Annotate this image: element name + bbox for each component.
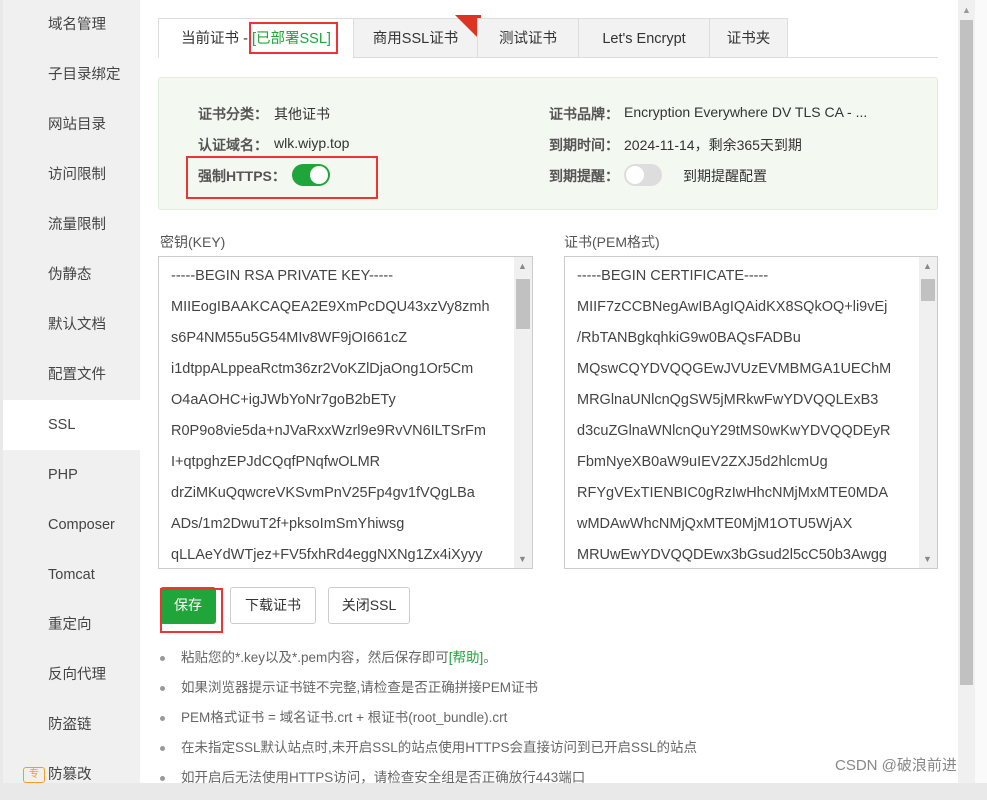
text-line: -----BEGIN RSA PRIVATE KEY-----	[159, 261, 532, 292]
sidebar-item-site-dir[interactable]: 网站目录	[3, 100, 140, 150]
save-button[interactable]: 保存	[160, 587, 216, 624]
cert-tabs: 当前证书 - [已部署SSL] 商用SSL证书 测试证书 Let's Encry…	[158, 18, 938, 58]
close-ssl-button[interactable]: 关闭SSL	[328, 587, 410, 624]
text-line: wMDAwWhcNMjQxMTE0MjM1OTU5WjAX	[565, 509, 937, 540]
text-line: qLLAeYdWTjez+FV5fxhRd4eggNXNg1Zx4iXyyy	[159, 540, 532, 569]
sidebar-item-composer[interactable]: Composer	[3, 500, 140, 550]
text-line: FbmNyeXB0aW9uIEV2ZXJ5d2hlcmUg	[565, 447, 937, 478]
text-line: MQswCQYDVQQGEwJVUzEVMBMGA1UEChM	[565, 354, 937, 385]
text-line: MIIEogIBAAKCAQEA2E9XmPcDQU43xzVy8zmh	[159, 292, 532, 323]
text-line: RFYgVExTIENBIC0gRzIwHhcNMjMxMTE0MDA	[565, 478, 937, 509]
tip-item: 在未指定SSL默认站点时,未开启SSL的站点使用HTTPS会直接访问到已开启SS…	[160, 733, 697, 763]
text-line: s6P4NM55u5G54MIv8WF9jOI661cZ	[159, 323, 532, 354]
cert-textarea[interactable]: -----BEGIN CERTIFICATE----- MIIF7zCCBNeg…	[564, 256, 938, 569]
key-label: 密钥(KEY)	[160, 232, 225, 252]
key-textarea[interactable]: -----BEGIN RSA PRIVATE KEY----- MIIEogIB…	[158, 256, 533, 569]
category-label: 证书分类：	[198, 104, 268, 124]
sidebar-item-rewrite[interactable]: 伪静态	[3, 250, 140, 300]
tab-lets-encrypt[interactable]: Let's Encrypt	[578, 18, 710, 58]
tip-item: 如果浏览器提示证书链不完整,请检查是否正确拼接PEM证书	[160, 673, 697, 703]
sidebar-item-tamper[interactable]: 专 防篡改	[3, 750, 140, 800]
tips-list: 粘贴您的*.key以及*.pem内容，然后保存即可[帮助]。 如果浏览器提示证书…	[160, 643, 697, 793]
text-line: R0P9o8vie5da+nJVaRxxWzrl9e9RvVN6ILTSrFm	[159, 416, 532, 447]
force-https-label: 强制HTTPS：	[198, 166, 286, 186]
expire-value: 2024-11-14，剩余365天到期	[624, 135, 802, 155]
sidebar-item-label: 防篡改	[48, 767, 92, 783]
cert-label: 证书(PEM格式)	[564, 232, 660, 252]
tab-commercial-ssl[interactable]: 商用SSL证书	[353, 18, 478, 58]
sidebar: 域名管理 子目录绑定 网站目录 访问限制 流量限制 伪静态 默认文档 配置文件 …	[3, 0, 140, 783]
text-line: MIIF7zCCBNegAwIBAgIQAidKX8SQkOQ+li9vEj	[565, 292, 937, 323]
text-line: MRUwEwYDVQQDEwx3bGsud2l5cC50b3Awgg	[565, 540, 937, 569]
sidebar-item-domain[interactable]: 域名管理	[3, 0, 140, 50]
category-value: 其他证书	[274, 104, 330, 124]
tab-label: 当前证书 -	[181, 31, 252, 47]
brand-label: 证书品牌：	[549, 104, 619, 124]
pro-badge-icon: 专	[23, 767, 45, 783]
sidebar-item-subdir[interactable]: 子目录绑定	[3, 50, 140, 100]
sidebar-item-tomcat[interactable]: Tomcat	[3, 550, 140, 600]
sidebar-item-reverse-proxy[interactable]: 反向代理	[3, 650, 140, 700]
tip-item: 如开启后无法使用HTTPS访问，请检查安全组是否正确放行443端口	[160, 763, 697, 793]
tab-test-cert[interactable]: 测试证书	[477, 18, 579, 58]
text-line: -----BEGIN CERTIFICATE-----	[565, 261, 937, 292]
tip-text: 粘贴您的*.key以及*.pem内容，然后保存即可	[181, 650, 449, 665]
text-line: i1dtppALppeaRctm36zr2VoKZlDjaOng1Or5Cm	[159, 354, 532, 385]
force-https-toggle[interactable]	[292, 164, 330, 186]
domain-value: wlk.wiyp.top	[274, 135, 349, 151]
sidebar-item-config[interactable]: 配置文件	[3, 350, 140, 400]
sidebar-item-access-limit[interactable]: 访问限制	[3, 150, 140, 200]
sidebar-item-traffic-limit[interactable]: 流量限制	[3, 200, 140, 250]
tab-label: 商用SSL证书	[373, 31, 458, 47]
key-scrollbar[interactable]: ▲▼	[514, 257, 532, 568]
text-line: O4aAOHC+igJWbYoNr7goB2bETy	[159, 385, 532, 416]
sidebar-item-default-doc[interactable]: 默认文档	[3, 300, 140, 350]
background-page	[975, 0, 987, 783]
remind-config-link[interactable]: 到期提醒配置	[683, 166, 767, 186]
remind-label: 到期提醒：	[549, 166, 619, 186]
domain-label: 认证域名：	[198, 135, 268, 155]
deployed-status: [已部署SSL]	[252, 31, 331, 47]
brand-value: Encryption Everywhere DV TLS CA - ...	[624, 104, 867, 120]
cert-scrollbar[interactable]: ▲▼	[919, 257, 937, 568]
expire-remind-toggle[interactable]	[624, 164, 662, 186]
text-line: MRGlnaUNlcnQgSW5jMRkwFwYDVQQLExB3	[565, 385, 937, 416]
watermark: CSDN @破浪前进	[835, 754, 957, 775]
tab-cert-folder[interactable]: 证书夹	[709, 18, 788, 58]
panel-scrollbar[interactable]: ▲	[958, 0, 975, 783]
text-line: drZiMKuQqwcreVKSvmPnV25Fp4gv1fVQgLBa	[159, 478, 532, 509]
tip-item: PEM格式证书 = 域名证书.crt + 根证书(root_bundle).cr…	[160, 703, 697, 733]
text-line: ADs/1m2DwuT2f+pksoImSmYhiwsg	[159, 509, 532, 540]
sidebar-item-redirect[interactable]: 重定向	[3, 600, 140, 650]
help-link[interactable]: [帮助]	[449, 650, 484, 665]
tip-item: 粘贴您的*.key以及*.pem内容，然后保存即可[帮助]。	[160, 643, 697, 673]
text-line: /RbTANBgkqhkiG9w0BAQsFADBu	[565, 323, 937, 354]
tab-current-cert[interactable]: 当前证书 - [已部署SSL]	[158, 18, 354, 58]
sidebar-item-php[interactable]: PHP	[3, 450, 140, 500]
sidebar-item-ssl[interactable]: SSL	[3, 400, 140, 450]
expire-label: 到期时间：	[549, 135, 619, 155]
text-line: d3cuZGlnaWNlcnQuY29tMS0wKwYDVQQDEyR	[565, 416, 937, 447]
download-cert-button[interactable]: 下载证书	[230, 587, 316, 624]
text-line: I+qtpghzEPJdCQqfPNqfwOLMR	[159, 447, 532, 478]
tip-text: 。	[483, 650, 497, 665]
sidebar-item-hotlink[interactable]: 防盗链	[3, 700, 140, 750]
